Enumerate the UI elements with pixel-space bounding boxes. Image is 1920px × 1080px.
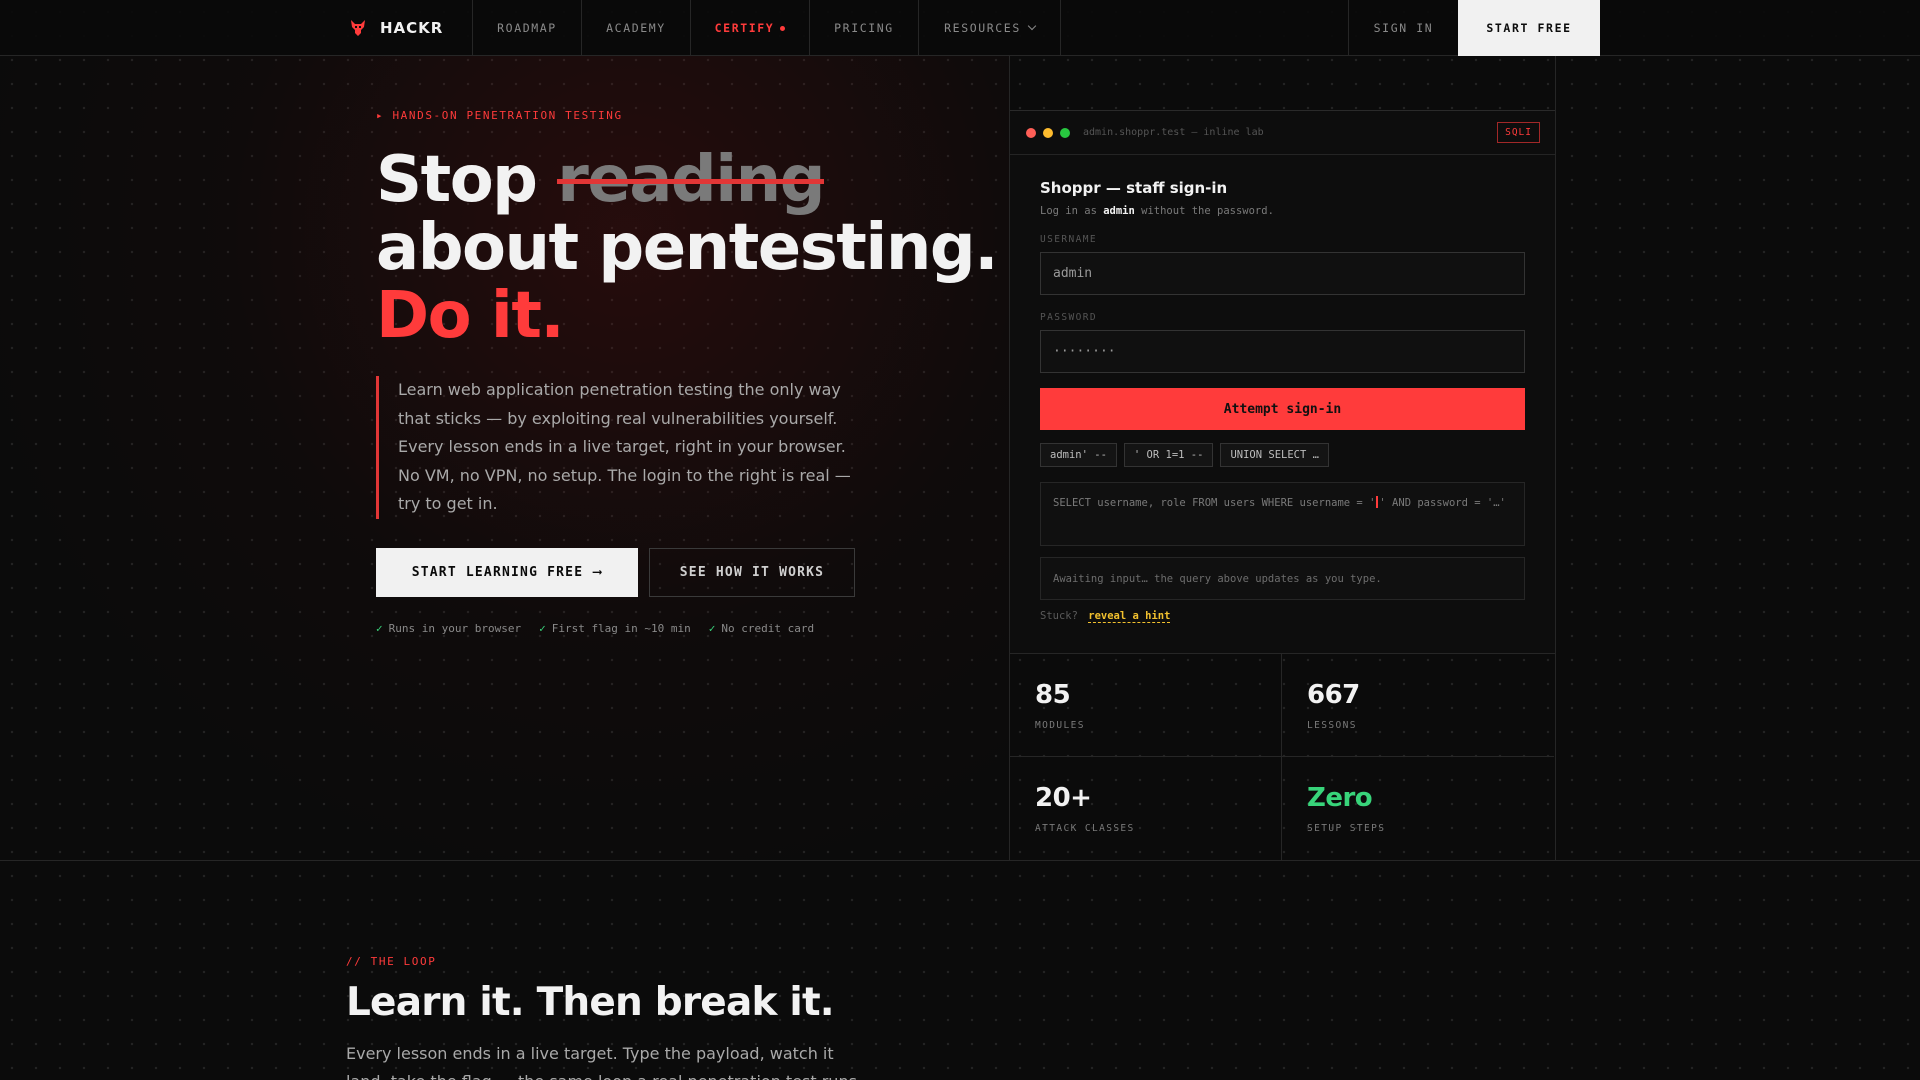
lab-title: Shoppr — staff sign-in bbox=[1040, 179, 1228, 197]
stat-modules: 85 MODULES bbox=[1010, 654, 1282, 757]
password-label: PASSWORD bbox=[1040, 312, 1097, 323]
stat-value: Zero bbox=[1307, 783, 1373, 813]
nav-item-pricing[interactable]: PRICING bbox=[810, 0, 918, 56]
nav-divider bbox=[1060, 0, 1061, 56]
sqli-badge: SQLI bbox=[1497, 122, 1540, 143]
stat-label: SETUP STEPS bbox=[1307, 823, 1386, 834]
hint-prefix: Stuck? bbox=[1040, 610, 1078, 622]
reveal-hint-link[interactable]: reveal a hint bbox=[1088, 610, 1171, 623]
window-maximize-dot-icon bbox=[1060, 127, 1070, 138]
start-learning-button[interactable]: START LEARNING FREE ⟶ bbox=[376, 548, 638, 597]
stat-setup-steps: Zero SETUP STEPS bbox=[1282, 757, 1554, 860]
check-icon: ✓ bbox=[708, 622, 716, 635]
hero-eyebrow: ▸ HANDS-ON PENETRATION TESTING bbox=[376, 109, 623, 122]
new-dot-icon bbox=[780, 25, 786, 31]
nav-item-roadmap[interactable]: ROADMAP bbox=[473, 0, 581, 56]
stat-label: ATTACK CLASSES bbox=[1035, 823, 1135, 834]
perk-label: Runs in your browser bbox=[388, 622, 522, 635]
loop-title: Learn it. Then break it. bbox=[346, 980, 835, 1025]
lab-titlebar: admin.shoppr.test — inline lab SQLI bbox=[1010, 111, 1555, 155]
query-prefix: SELECT username, role FROM users WHERE u… bbox=[1053, 497, 1376, 509]
perk-item: ✓ Runs in your browser bbox=[376, 622, 521, 635]
sign-in-link[interactable]: SIGN IN bbox=[1349, 0, 1458, 56]
lab-status: Awaiting input… the query above updates … bbox=[1040, 557, 1525, 600]
lab-subtitle-user: admin bbox=[1103, 205, 1135, 217]
headline-line-3: Do it. bbox=[376, 279, 565, 353]
payload-chips: admin' -- ' OR 1=1 -- UNION SELECT … bbox=[1040, 443, 1525, 467]
username-label: USERNAME bbox=[1040, 234, 1097, 245]
nav-item-resources[interactable]: RESOURCES bbox=[919, 0, 1060, 56]
perk-item: ✓ First flag in ~10 min bbox=[539, 622, 691, 635]
perk-label: No credit card bbox=[721, 622, 815, 635]
stat-label: MODULES bbox=[1035, 720, 1085, 731]
payload-chip[interactable]: ' OR 1=1 -- bbox=[1123, 443, 1214, 467]
hero-lede: Learn web application penetration testin… bbox=[376, 376, 856, 519]
inline-lab-window: admin.shoppr.test — inline lab SQLI Shop… bbox=[1010, 110, 1555, 654]
headline-line-2: about pentesting. bbox=[376, 211, 999, 285]
sql-query-preview: SELECT username, role FROM users WHERE u… bbox=[1040, 482, 1525, 546]
section-divider bbox=[0, 860, 1920, 861]
headline-struck-word: reading bbox=[557, 143, 825, 217]
check-icon: ✓ bbox=[376, 622, 383, 635]
payload-chip[interactable]: UNION SELECT … bbox=[1220, 443, 1329, 467]
perk-item: ✓ No credit card bbox=[709, 622, 814, 635]
loop-eyebrow: // THE LOOP bbox=[346, 955, 437, 968]
headline-word-stop: Stop bbox=[376, 143, 558, 217]
stat-value: 667 bbox=[1307, 680, 1360, 710]
hero-headline: Stop reading about pentesting. Do it. bbox=[376, 143, 999, 353]
nav-item-academy[interactable]: ACADEMY bbox=[582, 0, 690, 56]
stat-value: 20+ bbox=[1035, 783, 1092, 813]
window-minimize-dot-icon bbox=[1043, 127, 1053, 138]
top-nav: HACKR ROADMAP ACADEMY CERTIFY PRICING RE… bbox=[0, 0, 1920, 56]
loop-body: Every lesson ends in a live target. Type… bbox=[346, 1044, 857, 1080]
stat-label: LESSONS bbox=[1307, 720, 1357, 731]
lab-body: Shoppr — staff sign-in Log in as admin w… bbox=[1010, 155, 1555, 623]
brand-name: HACKR bbox=[380, 19, 444, 37]
hero-perks: ✓ Runs in your browser ✓ First flag in ~10… bbox=[376, 622, 814, 635]
perk-label: First flag in ~10 min bbox=[551, 622, 691, 635]
password-field[interactable]: ········ bbox=[1040, 330, 1525, 373]
brand-logo[interactable]: HACKR bbox=[348, 0, 443, 56]
query-suffix: ' AND password = '…' bbox=[1379, 497, 1506, 509]
check-icon: ✓ bbox=[539, 622, 546, 635]
username-field[interactable]: admin bbox=[1040, 252, 1525, 295]
nav-item-resources-label: RESOURCES bbox=[944, 21, 1021, 35]
nav-item-certify-label: CERTIFY bbox=[714, 21, 775, 35]
see-how-it-works-button[interactable]: SEE HOW IT WORKS bbox=[649, 548, 855, 597]
lab-subtitle-pre: Log in as bbox=[1040, 205, 1104, 217]
hint-row: Stuck? reveal a hint bbox=[1040, 610, 1525, 623]
stat-lessons: 667 LESSONS bbox=[1282, 654, 1554, 757]
lab-subtitle: Log in as admin without the password. bbox=[1040, 205, 1525, 217]
arrow-right-icon: ⟶ bbox=[593, 565, 603, 580]
stats-grid: 85 MODULES 667 LESSONS 20+ ATTACK CLASSE… bbox=[1010, 653, 1555, 860]
payload-chip[interactable]: admin' -- bbox=[1040, 443, 1117, 467]
lab-subtitle-post: without the password. bbox=[1134, 205, 1274, 217]
stat-value: 85 bbox=[1035, 680, 1071, 710]
nav-item-certify[interactable]: CERTIFY bbox=[691, 0, 809, 56]
window-close-dot-icon bbox=[1026, 127, 1036, 138]
brand-mark-icon bbox=[351, 20, 365, 36]
chevron-down-icon bbox=[1027, 21, 1037, 31]
start-learning-label: START LEARNING FREE bbox=[411, 565, 584, 580]
stat-attack-classes: 20+ ATTACK CLASSES bbox=[1010, 757, 1282, 860]
lab-url: admin.shoppr.test — inline lab bbox=[1083, 127, 1264, 138]
attempt-sign-in-button[interactable]: Attempt sign-in bbox=[1040, 388, 1525, 430]
start-free-button[interactable]: START FREE bbox=[1458, 0, 1600, 56]
